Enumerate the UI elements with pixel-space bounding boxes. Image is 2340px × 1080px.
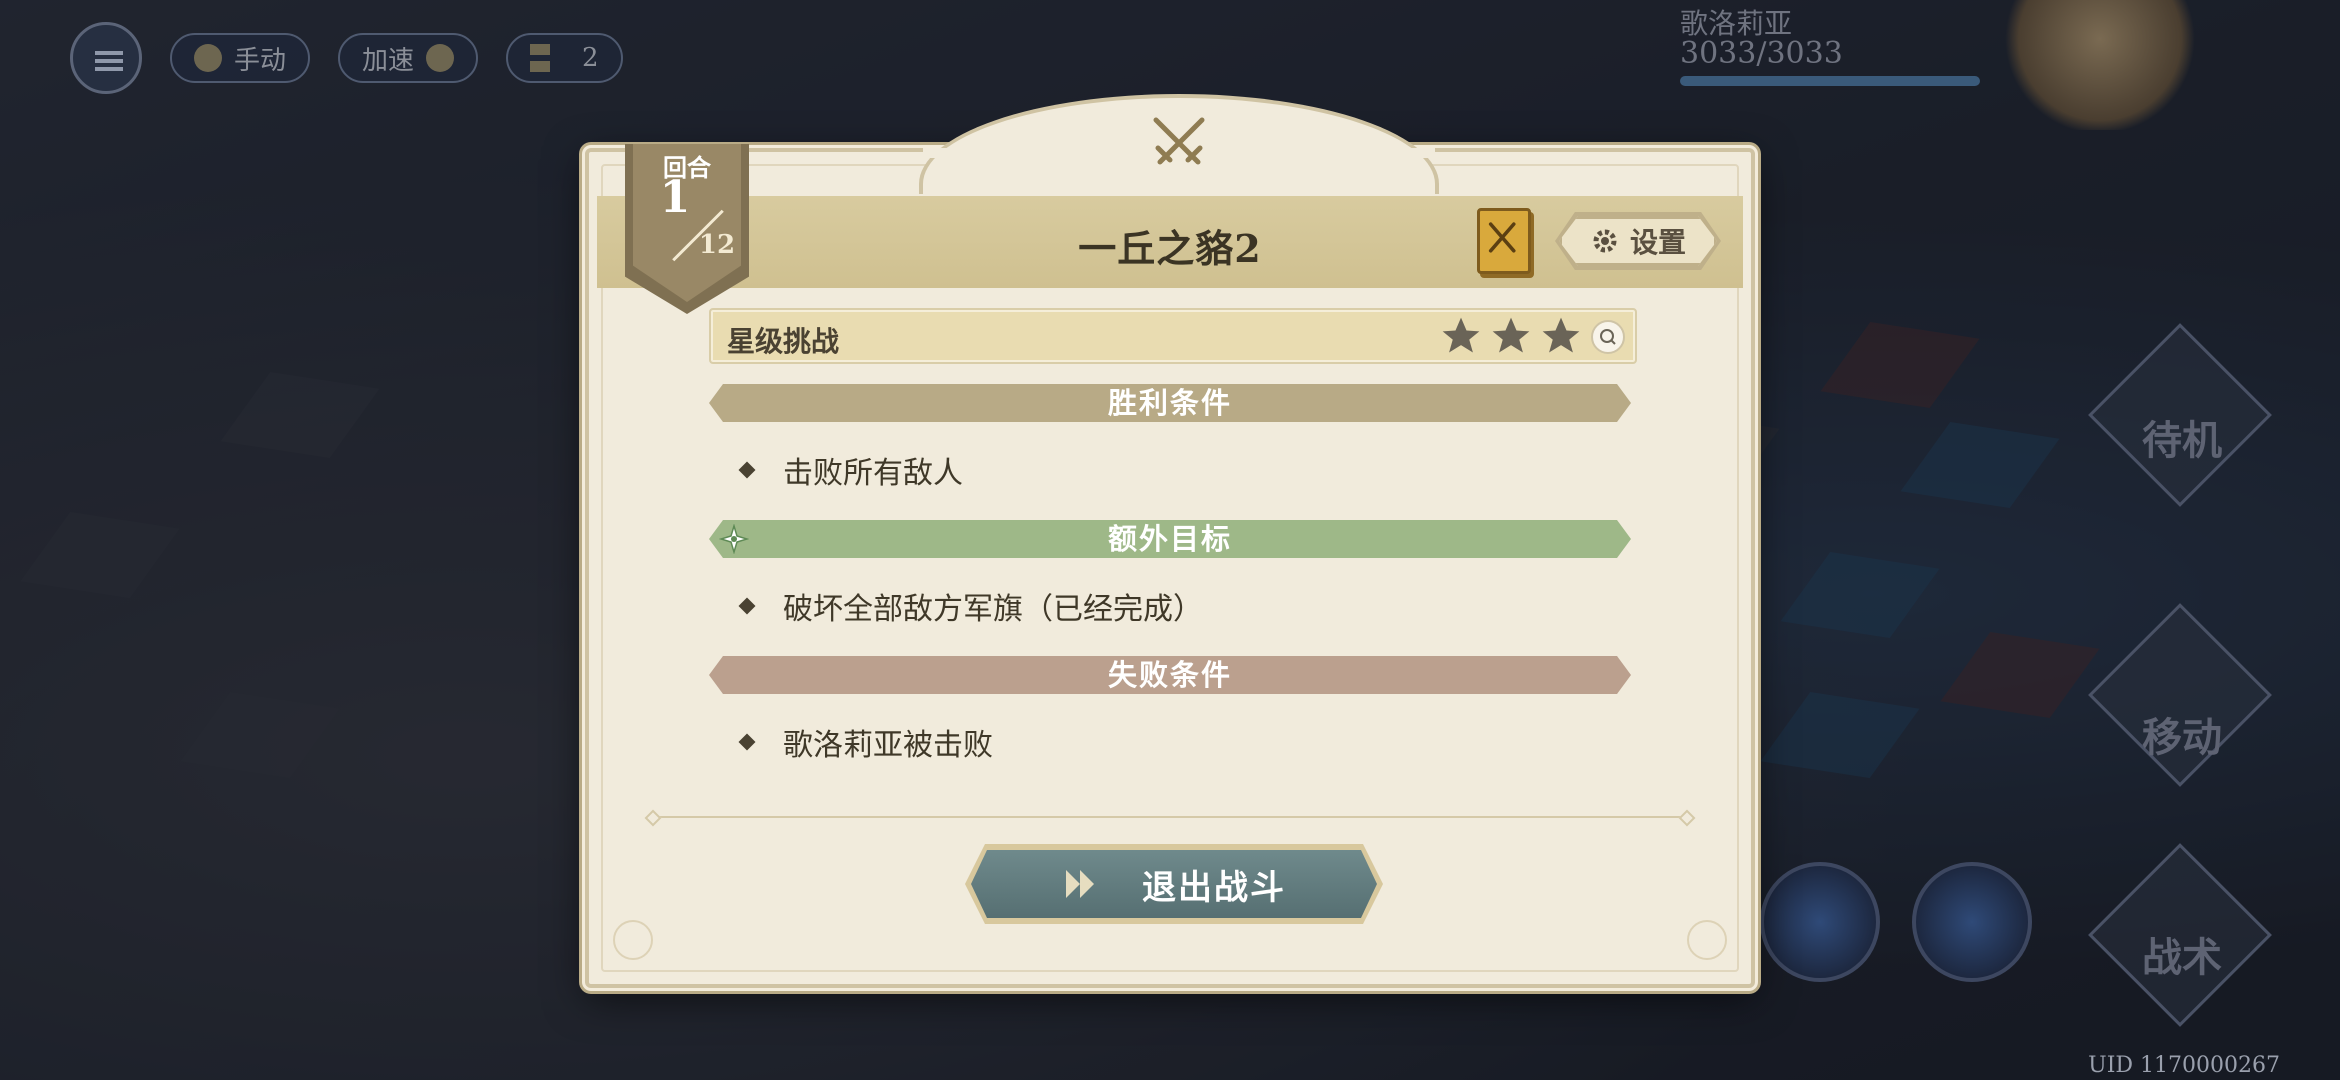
uid-text: UID 1170000267 xyxy=(2088,1053,2280,1078)
battle-info-dialog: 一丘之貉2 回合 1 12 设置 星级挑战 胜利条件 击败所有敌人 额外目标 破… xyxy=(585,94,1755,988)
victory-condition-header: 胜利条件 xyxy=(709,384,1631,422)
wait-label: 待机 xyxy=(2142,417,2222,464)
move-label: 移动 xyxy=(2142,714,2222,761)
speed-up-button[interactable]: 加速 xyxy=(338,33,479,83)
defeat-condition-item: 歌洛莉亚被击败 xyxy=(738,720,993,764)
turn-total: 12 xyxy=(698,230,736,260)
diamond-bullet-icon xyxy=(738,597,756,615)
defeat-condition-header: 失败条件 xyxy=(709,656,1631,694)
character-status: 歌洛莉亚 3033/3033 xyxy=(1500,0,2260,130)
victory-title: 胜利条件 xyxy=(1107,386,1232,420)
diamond-bullet-icon xyxy=(738,461,756,479)
battle-hud: 手动 加速 2 xyxy=(70,22,623,94)
victory-condition-item: 击败所有敌人 xyxy=(738,448,963,492)
speed-up-label: 加速 xyxy=(362,45,415,76)
crossed-swords-icon xyxy=(1153,117,1205,165)
diamond-bullet-icon xyxy=(738,733,756,751)
corner-ornament xyxy=(613,920,653,960)
tactics-label: 战术 xyxy=(2142,934,2222,981)
settings-button[interactable]: 设置 xyxy=(1559,216,1717,266)
skill-orb[interactable] xyxy=(1760,862,1880,982)
codex-button[interactable] xyxy=(1477,208,1531,274)
gear-icon xyxy=(1593,229,1617,253)
star-challenge-row[interactable]: 星级挑战 xyxy=(709,308,1637,364)
menu-icon[interactable] xyxy=(70,22,142,94)
victory-condition-text: 击败所有敌人 xyxy=(783,456,963,491)
turn-current: 1 xyxy=(659,172,691,223)
divider xyxy=(651,816,1689,818)
extra-objective-header: 额外目标 xyxy=(709,520,1631,558)
sparkle-icon xyxy=(719,524,749,554)
timer-display: 2 xyxy=(506,33,623,83)
search-icon[interactable] xyxy=(1591,320,1625,354)
extra-title: 额外目标 xyxy=(1107,522,1232,556)
manual-mode-button[interactable]: 手动 xyxy=(170,33,311,83)
star-challenge-label: 星级挑战 xyxy=(727,325,840,358)
corner-ornament xyxy=(1687,920,1727,960)
exit-battle-label: 退出战斗 xyxy=(1142,867,1286,908)
play-arrows-icon xyxy=(1062,866,1102,902)
extra-objective-item: 破坏全部敌方军旗（已经完成） xyxy=(738,584,1203,628)
star-icon xyxy=(1542,317,1580,353)
defeat-title: 失败条件 xyxy=(1107,658,1232,692)
toggle-icon xyxy=(194,44,222,72)
manual-mode-label: 手动 xyxy=(234,45,287,76)
star-rating xyxy=(1439,314,1583,358)
skill-orb[interactable] xyxy=(1912,862,2032,982)
star-icon xyxy=(1492,317,1530,353)
extra-objective-text: 破坏全部敌方军旗（已经完成） xyxy=(783,592,1203,627)
toggle-icon xyxy=(426,44,455,72)
settings-label: 设置 xyxy=(1629,226,1686,259)
exit-battle-button[interactable]: 退出战斗 xyxy=(965,844,1383,924)
hp-bar xyxy=(1680,76,1980,86)
star-icon xyxy=(1442,317,1480,353)
character-portrait xyxy=(2000,0,2200,130)
book-icon xyxy=(1488,222,1516,253)
character-hp: 3033/3033 xyxy=(1680,36,1843,71)
hourglass-icon xyxy=(530,44,551,72)
defeat-condition-text: 歌洛莉亚被击败 xyxy=(783,728,993,763)
timer-value: 2 xyxy=(582,43,599,73)
